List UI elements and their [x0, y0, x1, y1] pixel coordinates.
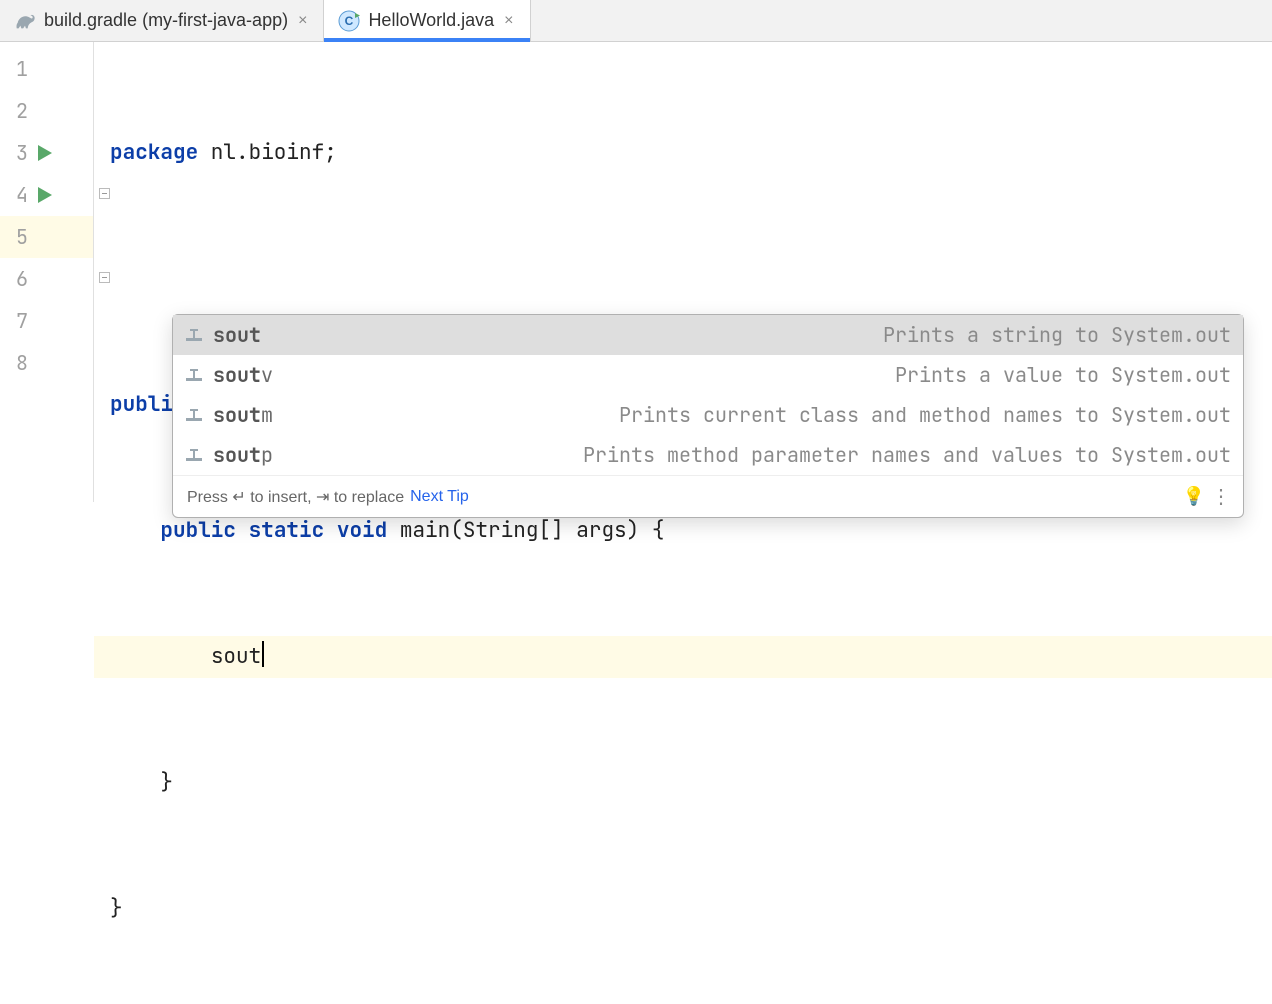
editor-tab-bar: build.gradle (my-first-java-app) × C Hel…	[0, 0, 1272, 42]
completion-description: Prints method parameter names and values…	[583, 442, 1231, 468]
code-line-current[interactable]: sout	[94, 636, 1272, 678]
next-tip-link[interactable]: Next Tip	[410, 488, 469, 506]
gutter: 1 2 3 4 5 6 7 8	[0, 42, 94, 502]
completion-item[interactable]: soutp Prints method parameter names and …	[173, 435, 1243, 475]
completion-name: soutm	[213, 402, 273, 428]
tab-helloworld-java[interactable]: C HelloWorld.java ×	[324, 0, 530, 41]
code-line[interactable]: }	[94, 762, 1272, 804]
gutter-line[interactable]: 2	[0, 90, 93, 132]
tab-label: build.gradle (my-first-java-app)	[44, 10, 288, 31]
tab-label: HelloWorld.java	[368, 10, 494, 31]
completion-name: sout	[213, 322, 261, 348]
live-template-icon	[185, 326, 203, 344]
gutter-line[interactable]: 5	[0, 216, 93, 258]
completion-item[interactable]: soutm Prints current class and method na…	[173, 395, 1243, 435]
live-template-icon	[185, 366, 203, 384]
java-class-icon: C	[338, 10, 360, 32]
run-gutter-icon[interactable]	[38, 187, 52, 203]
completion-item[interactable]: sout Prints a string to System.out	[173, 315, 1243, 355]
gutter-line[interactable]: 7	[0, 300, 93, 342]
gutter-line[interactable]: 4	[0, 174, 93, 216]
gutter-line[interactable]: 6	[0, 258, 93, 300]
text-caret	[262, 641, 264, 667]
code-line[interactable]	[94, 258, 1272, 300]
completion-footer: Press ↵ to insert, ⇥ to replace Next Tip…	[173, 475, 1243, 517]
intention-bulb-icon[interactable]: 💡	[1183, 486, 1205, 507]
completion-description: Prints current class and method names to…	[619, 402, 1231, 428]
completion-name: soutv	[213, 362, 273, 388]
tab-build-gradle[interactable]: build.gradle (my-first-java-app) ×	[0, 0, 324, 41]
live-template-icon	[185, 406, 203, 424]
run-gutter-icon[interactable]	[38, 145, 52, 161]
completion-item[interactable]: soutv Prints a value to System.out	[173, 355, 1243, 395]
code-completion-popup: sout Prints a string to System.out soutv…	[172, 314, 1244, 518]
gutter-line[interactable]: 3	[0, 132, 93, 174]
completion-hint: Press ↵ to insert, ⇥ to replace	[187, 487, 404, 507]
completion-name: soutp	[213, 442, 273, 468]
code-line[interactable]: package nl.bioinf;	[94, 132, 1272, 174]
code-line[interactable]: }	[94, 888, 1272, 930]
gutter-line[interactable]: 1	[0, 48, 93, 90]
live-template-icon	[185, 446, 203, 464]
completion-description: Prints a string to System.out	[883, 322, 1231, 348]
gutter-line[interactable]: 8	[0, 342, 93, 384]
gradle-icon	[14, 10, 36, 32]
more-options-icon[interactable]: ⋮	[1211, 484, 1229, 509]
svg-text:C: C	[345, 14, 354, 28]
close-icon[interactable]: ×	[296, 12, 309, 30]
close-icon[interactable]: ×	[502, 12, 515, 30]
editor-area: 1 2 3 4 5 6 7 8 package nl.bioinf; publi…	[0, 42, 1272, 502]
completion-description: Prints a value to System.out	[895, 362, 1231, 388]
